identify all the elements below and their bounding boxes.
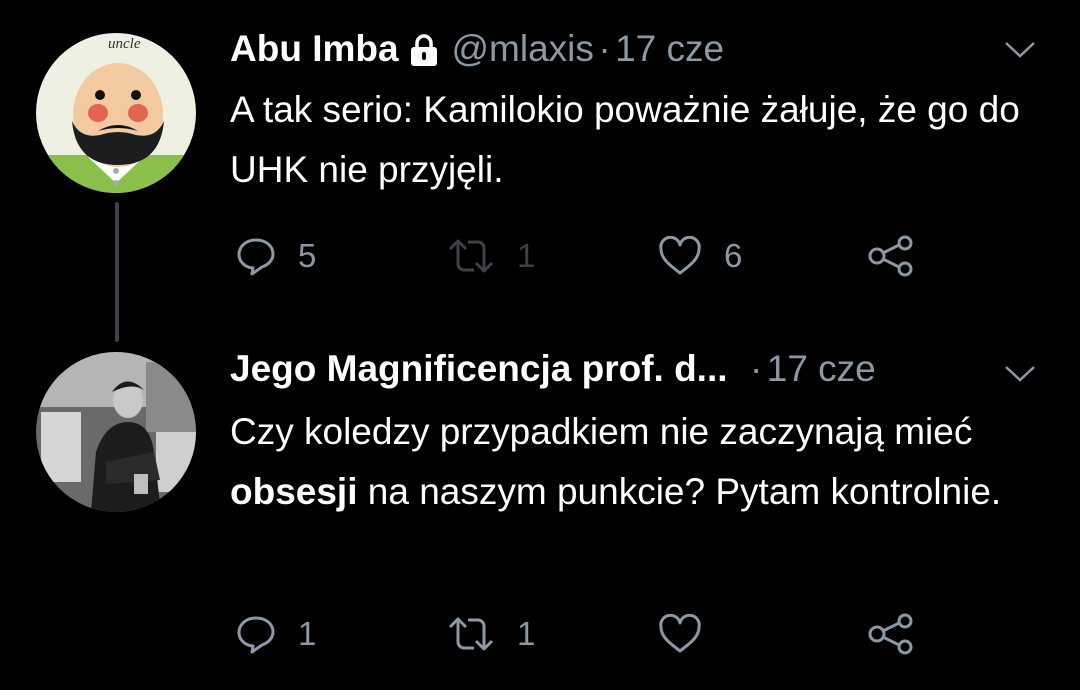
share-icon <box>867 234 915 278</box>
reply-button[interactable]: 1 <box>236 614 316 654</box>
separator-dot: · <box>749 348 763 389</box>
author-name[interactable]: Jego Magnificencja prof. d... <box>230 348 728 389</box>
tweet-text-part: na naszym punkcie? Pytam kontrolnie. <box>357 471 1002 512</box>
retweet-button[interactable]: 1 <box>447 236 535 276</box>
retweet-count: 1 <box>517 615 536 652</box>
tweet-text: A tak serio: Kamilokio poważnie żałuje, … <box>230 89 1020 190</box>
tweet-header: Jego Magnificencja prof. d... · 17 cze <box>230 348 876 390</box>
reply-icon <box>236 236 276 276</box>
tweet-text-bold: obsesji <box>230 471 358 512</box>
like-count: 6 <box>724 237 743 274</box>
tweet-text: Czy koledzy przypadkiem nie zaczynają mi… <box>230 402 1050 522</box>
avatar[interactable] <box>36 352 196 512</box>
retweet-button[interactable]: 1 <box>447 614 535 654</box>
tweet-text-part: Czy koledzy przypadkiem nie zaczynają mi… <box>230 411 973 452</box>
chevron-down-icon[interactable] <box>1003 364 1037 389</box>
separator-dot: · <box>598 28 611 69</box>
tweet-header: Abu Imba @mlaxis · 17 cze <box>230 28 724 76</box>
author-handle[interactable]: @mlaxis <box>451 28 593 69</box>
reply-count: 5 <box>298 237 317 274</box>
like-icon <box>658 614 702 654</box>
share-icon <box>867 612 915 656</box>
share-button[interactable] <box>867 612 915 656</box>
like-button[interactable] <box>658 614 702 654</box>
retweet-icon <box>447 236 495 276</box>
tweet-date[interactable]: 17 cze <box>767 348 876 389</box>
avatar-caption: uncle <box>108 36 141 52</box>
tweet-date[interactable]: 17 cze <box>615 28 724 69</box>
avatar[interactable]: uncle <box>36 33 196 193</box>
reply-button[interactable]: 5 <box>236 236 316 276</box>
lock-icon <box>409 33 439 72</box>
retweet-icon <box>447 614 495 654</box>
share-button[interactable] <box>867 234 915 278</box>
like-icon <box>658 236 702 276</box>
author-name[interactable]: Abu Imba <box>230 28 399 69</box>
chevron-down-icon[interactable] <box>1003 40 1037 65</box>
retweet-count: 1 <box>517 237 536 274</box>
reply-icon <box>236 614 276 654</box>
thread-connector <box>115 202 119 342</box>
like-button[interactable]: 6 <box>658 236 742 276</box>
reply-count: 1 <box>298 615 317 652</box>
